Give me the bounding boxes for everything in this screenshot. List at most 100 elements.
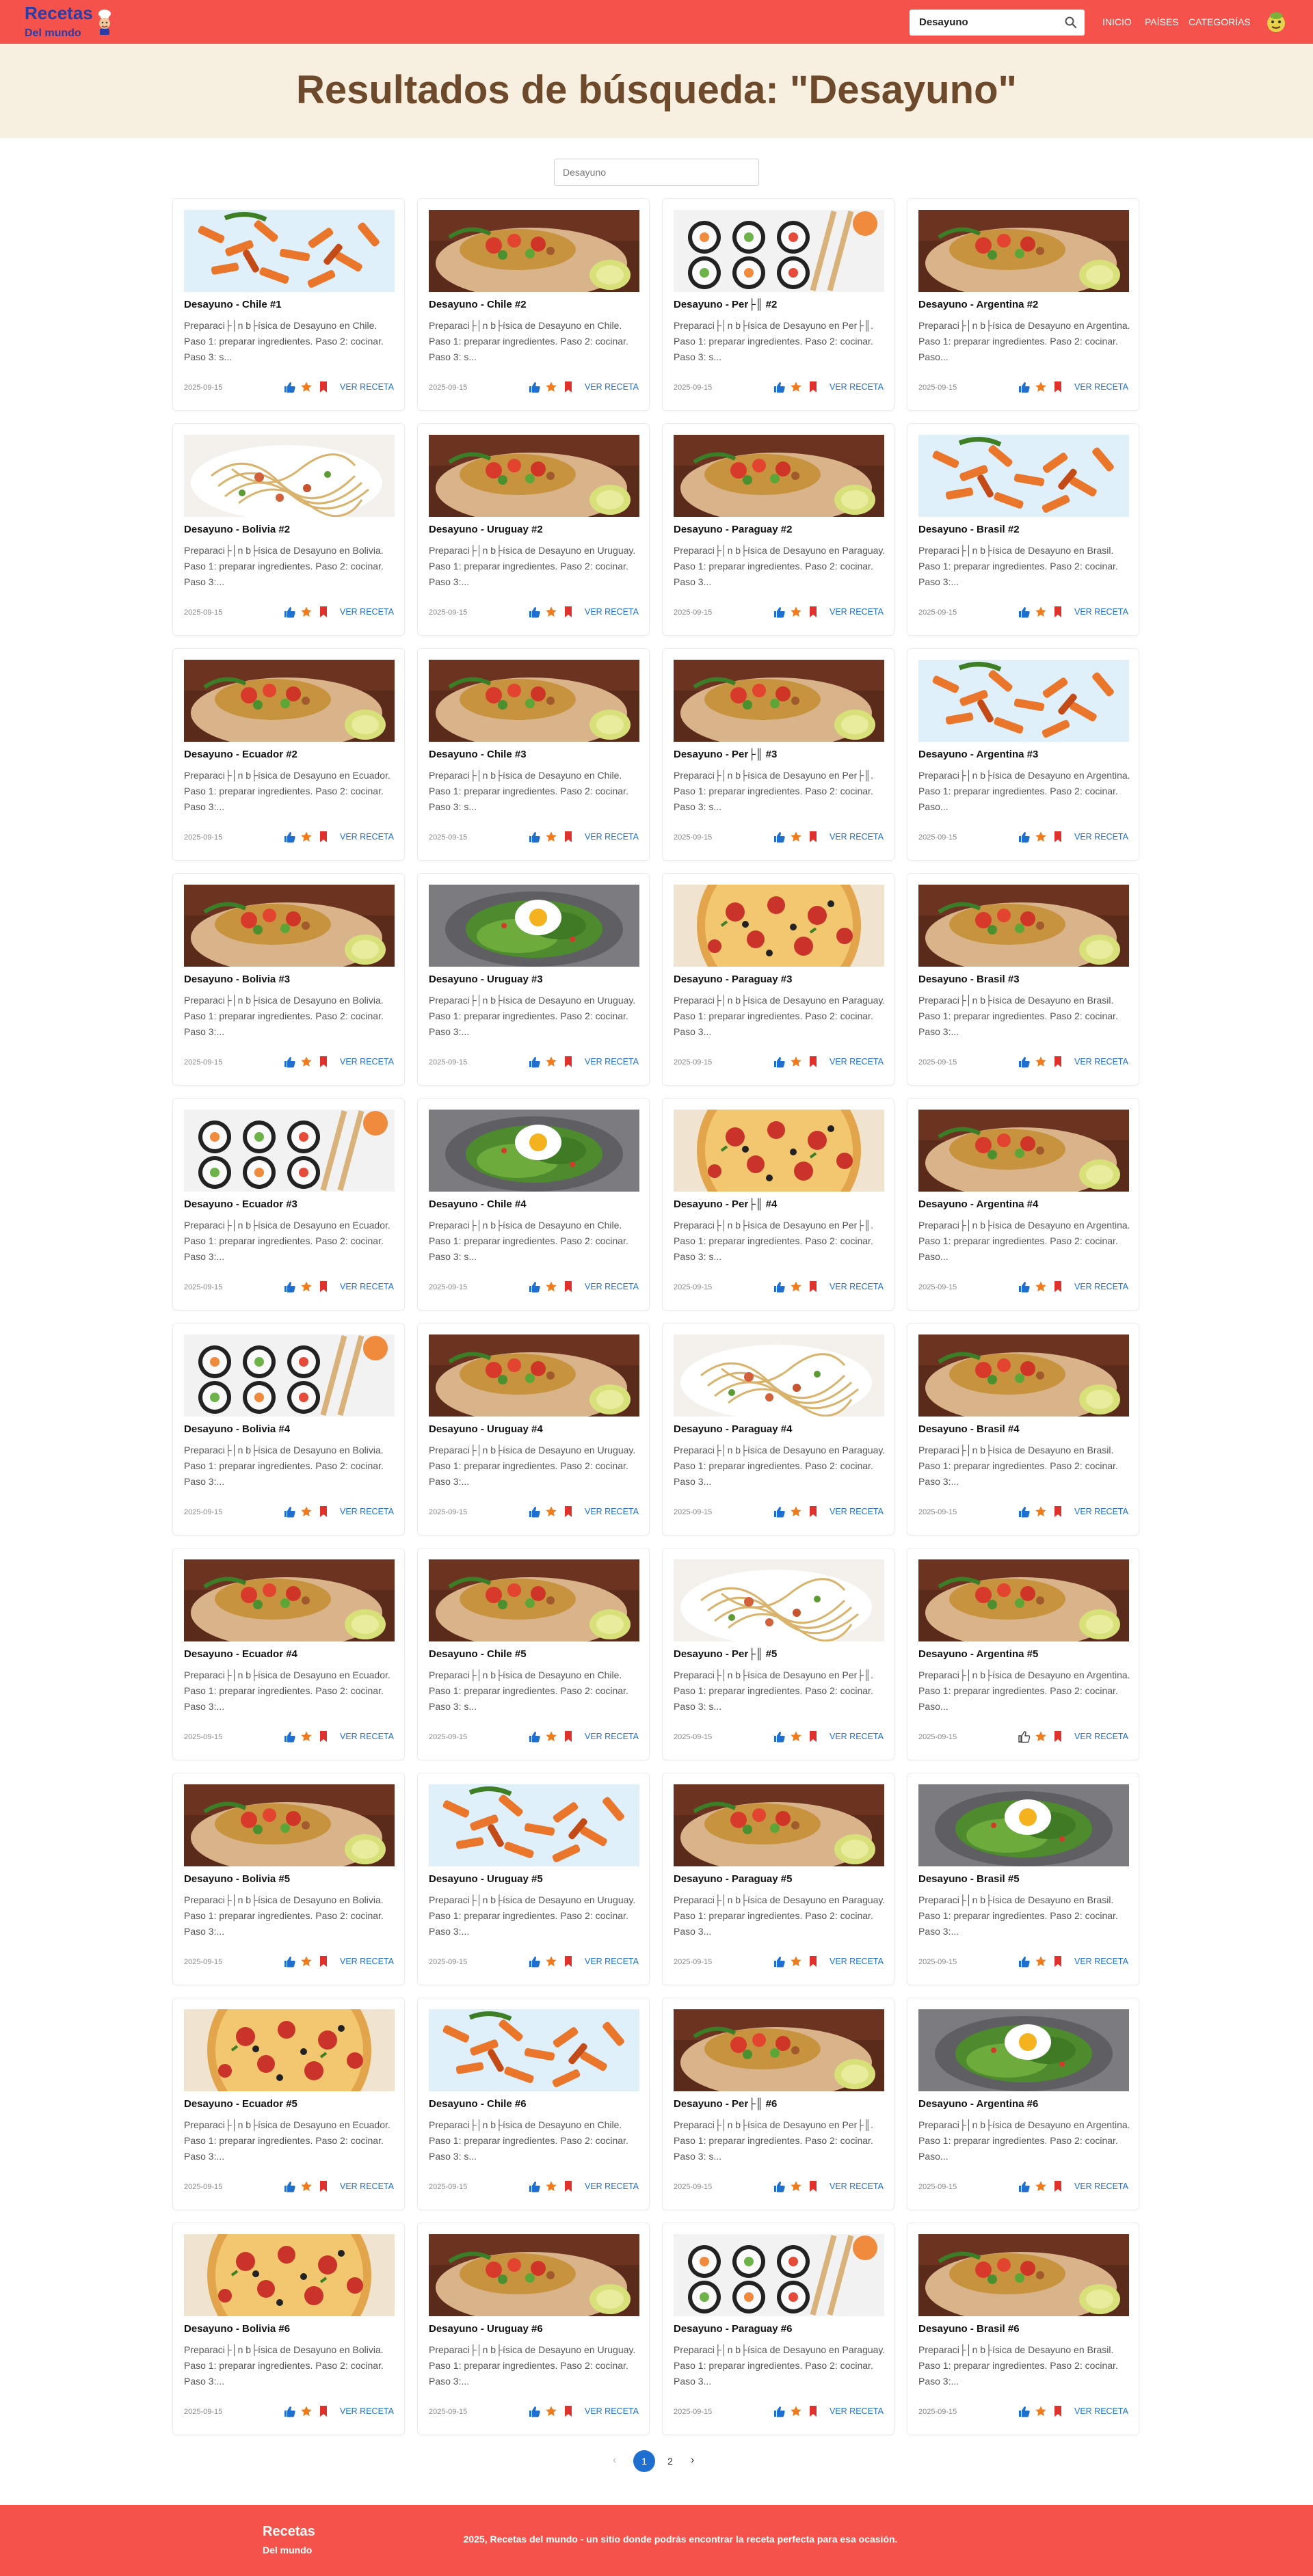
thumbs-up-icon[interactable] (773, 2405, 785, 2417)
thumbs-up-icon[interactable] (1018, 1056, 1030, 1068)
recipe-title[interactable]: Desayuno - Argentina #3 (918, 749, 1038, 760)
thumbs-up-icon[interactable] (283, 1505, 295, 1518)
bookmark-icon[interactable] (1052, 1955, 1063, 1968)
recipe-title[interactable]: Desayuno - Per├║ #5 (674, 1648, 777, 1660)
star-icon[interactable] (790, 1280, 802, 1293)
view-recipe-link[interactable]: VER RECETA (830, 2182, 884, 2191)
bookmark-icon[interactable] (1052, 2405, 1063, 2417)
thumbs-up-icon[interactable] (528, 1505, 540, 1518)
thumbs-up-icon[interactable] (1018, 381, 1030, 393)
star-icon[interactable] (545, 1056, 557, 1068)
thumbs-up-icon[interactable] (773, 606, 785, 618)
star-icon[interactable] (790, 1056, 802, 1068)
recipe-image[interactable] (429, 1110, 639, 1192)
recipe-card[interactable]: Desayuno - Brasil #5 Preparaci├│n b├ísica… (907, 1773, 1139, 1985)
thumbs-up-icon[interactable] (1018, 1280, 1030, 1293)
recipe-image[interactable] (674, 2009, 884, 2091)
recipe-card[interactable]: Desayuno - Argentina #4 Preparaci├│n b├ís… (907, 1098, 1139, 1311)
thumbs-up-icon[interactable] (528, 1280, 540, 1293)
bookmark-icon[interactable] (1052, 1056, 1063, 1068)
recipe-title[interactable]: Desayuno - Ecuador #3 (184, 1198, 297, 1210)
recipe-card[interactable]: Desayuno - Argentina #3 Preparaci├│n b├ís… (907, 648, 1139, 861)
bookmark-icon[interactable] (318, 1280, 329, 1293)
recipe-card[interactable]: Desayuno - Paraguay #6 Preparaci├│n b├ísi… (662, 2223, 894, 2435)
view-recipe-link[interactable]: VER RECETA (830, 2406, 884, 2416)
recipe-image[interactable] (674, 1559, 884, 1641)
recipe-card[interactable]: Desayuno - Chile #2 Preparaci├│n b├ísica … (417, 198, 650, 411)
bookmark-icon[interactable] (563, 1505, 574, 1518)
thumbs-up-icon[interactable] (1018, 831, 1030, 843)
star-icon[interactable] (300, 1955, 313, 1968)
recipe-title[interactable]: Desayuno - Argentina #5 (918, 1648, 1038, 1660)
recipe-title[interactable]: Desayuno - Ecuador #2 (184, 749, 297, 760)
user-avatar[interactable] (1262, 8, 1290, 36)
bookmark-icon[interactable] (563, 1955, 574, 1968)
recipe-title[interactable]: Desayuno - Uruguay #2 (429, 524, 543, 535)
view-recipe-link[interactable]: VER RECETA (340, 607, 394, 617)
star-icon[interactable] (545, 1505, 557, 1518)
recipe-image[interactable] (429, 210, 639, 292)
recipe-image[interactable] (184, 1110, 395, 1192)
bookmark-icon[interactable] (1052, 2180, 1063, 2192)
thumbs-up-icon[interactable] (283, 1955, 295, 1968)
recipe-image[interactable] (184, 1334, 395, 1417)
view-recipe-link[interactable]: VER RECETA (830, 1957, 884, 1966)
thumbs-up-icon[interactable] (283, 606, 295, 618)
view-recipe-link[interactable]: VER RECETA (1074, 1507, 1128, 1516)
star-icon[interactable] (1035, 606, 1047, 618)
nav-link-paises[interactable]: PAÍSES (1145, 16, 1179, 27)
recipe-card[interactable]: Desayuno - Per├║ #6 Preparaci├│n b├ísica … (662, 1998, 894, 2210)
recipe-card[interactable]: Desayuno - Uruguay #5 Preparaci├│n b├ísic… (417, 1773, 650, 1985)
recipe-image[interactable] (429, 1334, 639, 1417)
recipe-image[interactable] (674, 210, 884, 292)
bookmark-icon[interactable] (808, 1505, 819, 1518)
view-recipe-link[interactable]: VER RECETA (830, 1282, 884, 1291)
bookmark-icon[interactable] (318, 1505, 329, 1518)
recipe-card[interactable]: Desayuno - Paraguay #5 Preparaci├│n b├ísi… (662, 1773, 894, 1985)
recipe-image[interactable] (918, 1334, 1129, 1417)
search-icon[interactable] (1064, 16, 1078, 29)
bookmark-icon[interactable] (563, 1280, 574, 1293)
view-recipe-link[interactable]: VER RECETA (340, 1282, 394, 1291)
view-recipe-link[interactable]: VER RECETA (585, 2182, 639, 2191)
thumbs-up-icon[interactable] (528, 2405, 540, 2417)
view-recipe-link[interactable]: VER RECETA (340, 832, 394, 842)
recipe-image[interactable] (184, 2009, 395, 2091)
thumbs-up-icon[interactable] (773, 381, 785, 393)
bookmark-icon[interactable] (1052, 1280, 1063, 1293)
recipe-title[interactable]: Desayuno - Chile #3 (429, 749, 527, 760)
star-icon[interactable] (300, 1730, 313, 1743)
recipe-image[interactable] (674, 2234, 884, 2316)
star-icon[interactable] (790, 1730, 802, 1743)
recipe-card[interactable]: Desayuno - Paraguay #4 Preparaci├│n b├ísi… (662, 1323, 894, 1535)
recipe-card[interactable]: Desayuno - Ecuador #5 Preparaci├│n b├ísic… (172, 1998, 405, 2210)
view-recipe-link[interactable]: VER RECETA (830, 1507, 884, 1516)
recipe-title[interactable]: Desayuno - Paraguay #5 (674, 1873, 792, 1885)
recipe-card[interactable]: Desayuno - Chile #3 Preparaci├│n b├ísica … (417, 648, 650, 861)
header-search-box[interactable]: Desayuno (910, 10, 1085, 36)
star-icon[interactable] (545, 1280, 557, 1293)
recipe-card[interactable]: Desayuno - Uruguay #3 Preparaci├│n b├ísic… (417, 873, 650, 1086)
view-recipe-link[interactable]: VER RECETA (340, 1507, 394, 1516)
view-recipe-link[interactable]: VER RECETA (1074, 1282, 1128, 1291)
recipe-title[interactable]: Desayuno - Ecuador #5 (184, 2098, 297, 2110)
star-icon[interactable] (1035, 831, 1047, 843)
star-icon[interactable] (300, 606, 313, 618)
recipe-card[interactable]: Desayuno - Argentina #6 Preparaci├│n b├ís… (907, 1998, 1139, 2210)
bookmark-icon[interactable] (808, 1056, 819, 1068)
bookmark-icon[interactable] (563, 2180, 574, 2192)
recipe-card[interactable]: Desayuno - Paraguay #2 Preparaci├│n b├ísi… (662, 423, 894, 636)
recipe-title[interactable]: Desayuno - Bolivia #4 (184, 1423, 290, 1435)
bookmark-icon[interactable] (1052, 1505, 1063, 1518)
recipe-image[interactable] (918, 1110, 1129, 1192)
recipe-title[interactable]: Desayuno - Brasil #4 (918, 1423, 1020, 1435)
thumbs-up-icon[interactable] (283, 831, 295, 843)
bookmark-icon[interactable] (318, 1955, 329, 1968)
pagination-prev-button[interactable]: ‹ (613, 2454, 616, 2467)
star-icon[interactable] (300, 1056, 313, 1068)
star-icon[interactable] (545, 381, 557, 393)
thumbs-up-icon[interactable] (528, 381, 540, 393)
recipe-image[interactable] (184, 1784, 395, 1866)
recipe-image[interactable] (184, 1559, 395, 1641)
recipe-title[interactable]: Desayuno - Chile #4 (429, 1198, 527, 1210)
